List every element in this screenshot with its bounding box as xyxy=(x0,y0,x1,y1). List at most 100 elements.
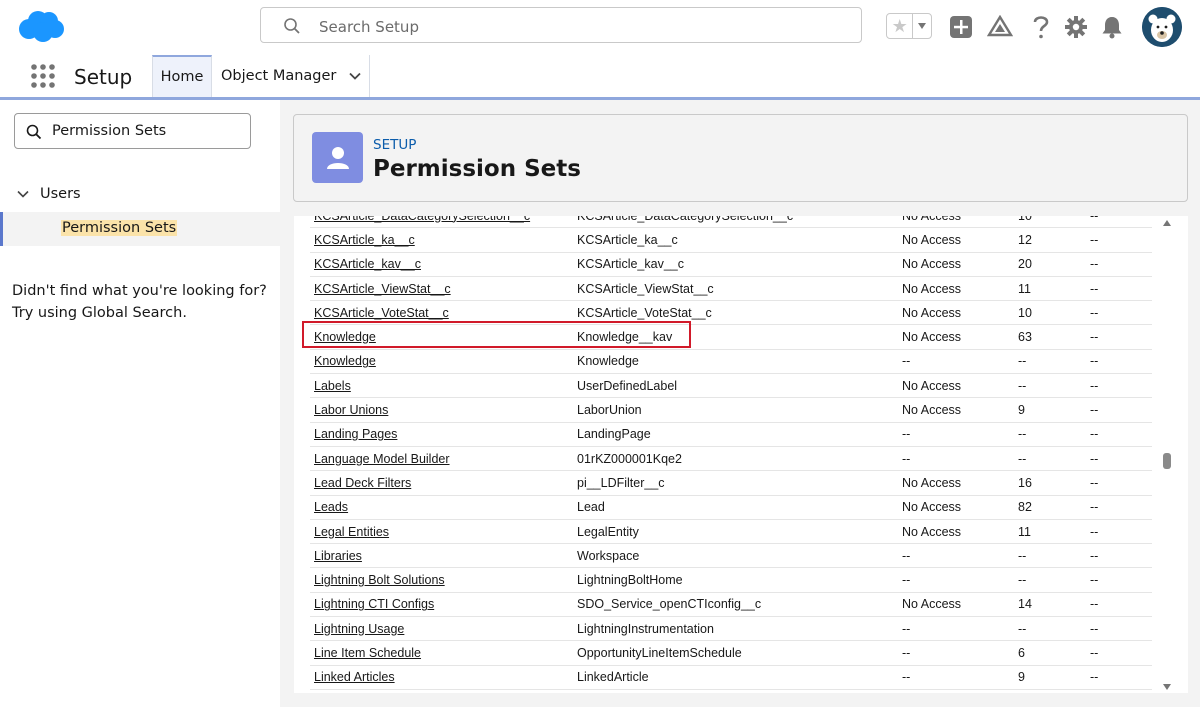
cell-count: -- xyxy=(1014,567,1086,593)
cell-access: No Access xyxy=(898,252,1014,277)
tree-item-label: Permission Sets xyxy=(61,220,178,236)
table-row: Lightning CTI Configs SDO_Service_openCTI… xyxy=(310,592,1152,618)
cell-access: No Access xyxy=(898,227,1014,253)
notifications-button[interactable] xyxy=(1099,14,1125,40)
scroll-down-arrow[interactable] xyxy=(1163,684,1171,690)
scroll-thumb[interactable] xyxy=(1163,453,1171,469)
table-row: KCSArticle_ka__c KCSArticle_ka__c No Acces… xyxy=(310,227,1152,253)
cell-extra: -- xyxy=(1086,470,1152,496)
scrollbar[interactable] xyxy=(1160,216,1174,693)
favorites-group[interactable]: ★ xyxy=(886,13,932,39)
object-link[interactable]: Lightning CTI Configs xyxy=(314,597,434,611)
favorites-menu-button[interactable] xyxy=(912,14,931,38)
tree-group-label: Users xyxy=(40,186,81,202)
cell-count: -- xyxy=(1014,422,1086,447)
cell-api: KCSArticle_DataCategorySelection__c xyxy=(573,216,898,229)
trailhead-button[interactable] xyxy=(987,14,1013,40)
cell-label: KCSArticle_ViewStat__c xyxy=(310,276,573,302)
permissions-table-container: KCSArticle_DataCategorySelection__cKCSAr… xyxy=(294,216,1188,693)
cell-access: No Access xyxy=(898,470,1014,496)
cell-extra: -- xyxy=(1086,495,1152,520)
chevron-down-icon[interactable] xyxy=(348,69,362,83)
cell-extra: -- xyxy=(1086,592,1152,618)
cell-extra: -- xyxy=(1086,665,1152,690)
page-title: Permission Sets xyxy=(373,156,581,182)
global-actions-button[interactable] xyxy=(948,14,974,40)
scroll-up-arrow[interactable] xyxy=(1163,220,1171,226)
table-row: KCSArticle_DataCategorySelection__c KCSAr… xyxy=(310,216,1152,229)
help-button[interactable] xyxy=(1028,14,1054,40)
help-icon xyxy=(1033,16,1049,39)
cell-count: -- xyxy=(1014,446,1086,472)
cell-count: -- xyxy=(1014,616,1086,642)
cell-count: 63 xyxy=(1014,324,1086,350)
object-link[interactable]: Labor Unions xyxy=(314,403,388,417)
app-launcher-icon[interactable] xyxy=(30,63,56,89)
quick-find-input[interactable]: Permission Sets xyxy=(14,113,251,149)
object-link[interactable]: KCSArticle_ka__c xyxy=(314,233,415,247)
cell-access: -- xyxy=(898,422,1014,447)
object-link[interactable]: KCSArticle_ViewStat__c xyxy=(314,282,451,296)
table-row: Leads Lead No Access 82 -- xyxy=(310,495,1152,520)
cell-api: LaborUnion xyxy=(573,397,898,423)
salesforce-cloud-logo[interactable] xyxy=(16,9,66,43)
chevron-down-icon xyxy=(17,190,29,198)
chevron-down-icon xyxy=(918,23,927,29)
trailhead-icon xyxy=(987,15,1013,37)
object-link[interactable]: Leads xyxy=(314,500,348,514)
cell-count: 14 xyxy=(1014,592,1086,618)
table-row: Knowledge Knowledge -- -- -- xyxy=(310,349,1152,375)
cell-count: 9 xyxy=(1014,665,1086,690)
cell-extra: -- xyxy=(1086,276,1152,302)
cell-access: No Access xyxy=(898,300,1014,326)
cell-extra: -- xyxy=(1086,567,1152,593)
object-link[interactable]: KCSArticle_DataCategorySelection__c xyxy=(314,216,530,223)
table-row: Labels UserDefinedLabel No Access -- -- xyxy=(310,373,1152,399)
cell-access: No Access xyxy=(898,519,1014,545)
object-link[interactable]: Lightning Usage xyxy=(314,622,404,636)
search-setup-input[interactable]: Search Setup xyxy=(260,7,862,43)
cell-count: 11 xyxy=(1014,519,1086,545)
cell-count: 82 xyxy=(1014,495,1086,520)
cell-access: -- xyxy=(898,567,1014,593)
cell-count: 6 xyxy=(1014,640,1086,666)
tab-object-manager[interactable]: Object Manager xyxy=(212,55,370,97)
object-link[interactable]: KCSArticle_kav__c xyxy=(314,257,421,271)
cell-label: Landing Pages xyxy=(310,422,573,447)
permissions-table: KCSArticle_DataCategorySelection__cKCSAr… xyxy=(310,216,1152,690)
object-link[interactable]: Language Model Builder xyxy=(314,452,450,466)
search-icon xyxy=(26,124,42,140)
object-link[interactable]: Landing Pages xyxy=(314,427,397,441)
tab-home[interactable]: Home xyxy=(152,55,212,97)
cell-extra: -- xyxy=(1086,422,1152,447)
cell-label: Labels xyxy=(310,373,573,399)
object-link[interactable]: Libraries xyxy=(314,549,362,563)
cell-api: Lead xyxy=(573,495,898,520)
cell-access: No Access xyxy=(898,216,1014,229)
object-link[interactable]: Legal Entities xyxy=(314,525,389,539)
cell-api: KCSArticle_kav__c xyxy=(573,252,898,277)
avatar[interactable] xyxy=(1142,7,1182,47)
object-link[interactable]: Labels xyxy=(314,379,351,393)
cell-label: Lead Deck Filters xyxy=(310,470,573,496)
table-row: Landing Pages LandingPage -- -- -- xyxy=(310,422,1152,447)
object-link[interactable]: Lightning Bolt Solutions xyxy=(314,573,445,587)
cell-label: Leads xyxy=(310,495,573,520)
object-link[interactable]: Line Item Schedule xyxy=(314,646,421,660)
star-icon[interactable]: ★ xyxy=(887,14,912,38)
cell-api: 01rKZ000001Kqe2 xyxy=(573,446,898,472)
cell-extra: -- xyxy=(1086,616,1152,642)
object-link[interactable]: KCSArticle_VoteStat__c xyxy=(314,306,449,320)
cell-count: -- xyxy=(1014,349,1086,375)
object-link[interactable]: Lead Deck Filters xyxy=(314,476,411,490)
tree-group-users[interactable]: Users xyxy=(16,186,81,202)
search-icon xyxy=(283,17,301,35)
object-link[interactable]: Linked Articles xyxy=(314,670,395,684)
cell-count: 9 xyxy=(1014,397,1086,423)
cell-api: LightningInstrumentation xyxy=(573,616,898,642)
tree-item-permission-sets[interactable]: Permission Sets xyxy=(0,212,280,246)
object-link[interactable]: Knowledge xyxy=(314,354,376,368)
user-icon xyxy=(312,132,363,183)
tab-object-manager-label: Object Manager xyxy=(221,68,337,84)
setup-gear-button[interactable] xyxy=(1063,14,1089,40)
